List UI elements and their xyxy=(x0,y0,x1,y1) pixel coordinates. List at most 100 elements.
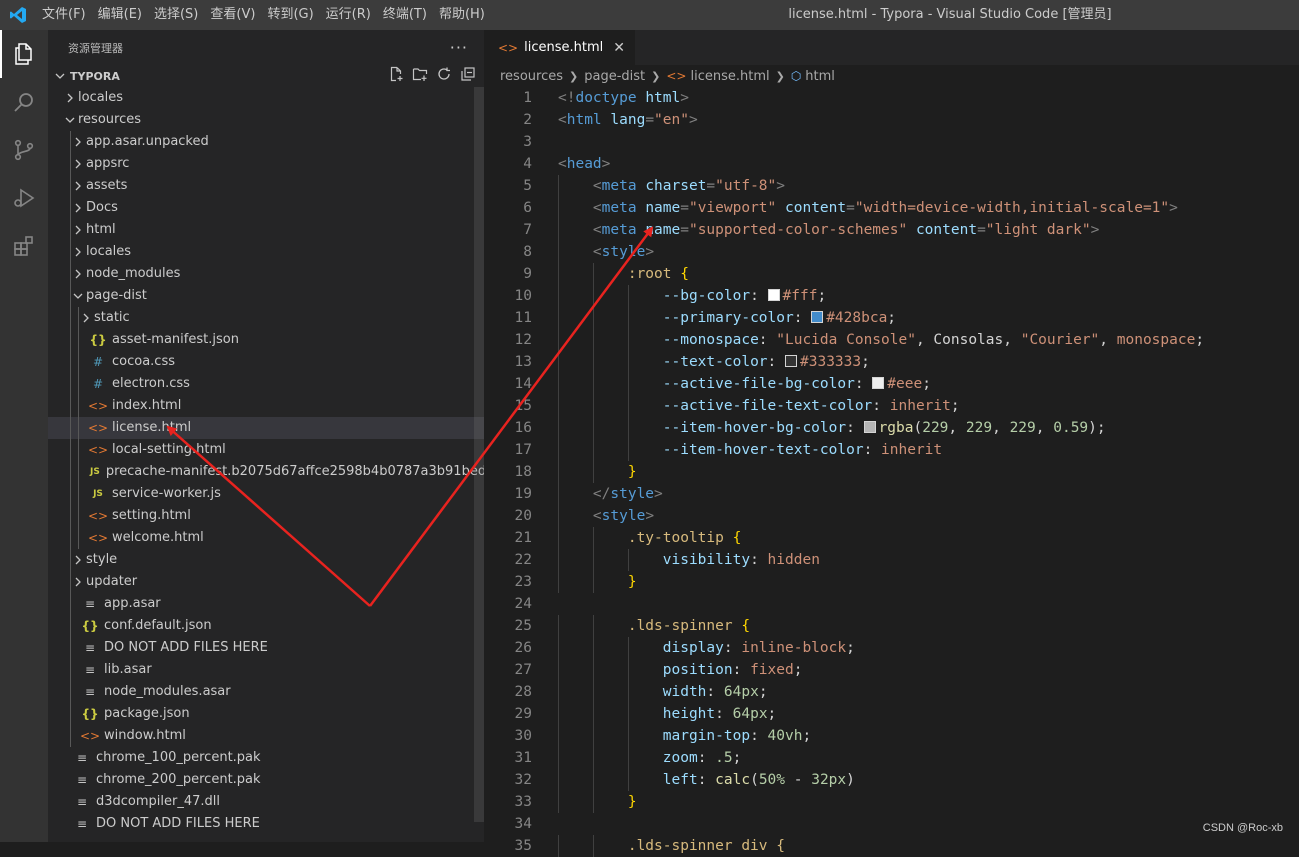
element-symbol-icon: ⬡ xyxy=(790,69,802,83)
tree-file[interactable]: ≡ node_modules.asar xyxy=(48,681,484,703)
code-text: --item-hover-bg-color: rgba(229, 229, 22… xyxy=(662,420,1106,436)
tree-item-label: chrome_200_percent.pak xyxy=(96,772,261,787)
sidebar-scrollbar[interactable] xyxy=(474,87,484,822)
section-actions xyxy=(388,65,476,87)
chevron-right-icon xyxy=(70,577,86,587)
tree-file[interactable]: ≡ DO NOT ADD FILES HERE xyxy=(48,637,484,659)
tree-folder[interactable]: resources xyxy=(48,109,484,131)
tree-item-label: page-dist xyxy=(86,288,147,303)
line-number: 32 xyxy=(514,772,532,788)
workspace-section-header[interactable]: TYPORA xyxy=(48,65,484,87)
line-number: 34 xyxy=(514,816,532,832)
tree-file[interactable]: <> index.html xyxy=(48,395,484,417)
tree-file[interactable]: <> setting.html xyxy=(48,505,484,527)
extensions-icon[interactable] xyxy=(0,222,48,270)
line-number: 27 xyxy=(514,662,532,678)
code-line: 5 <meta charset="utf-8"> xyxy=(484,175,1299,197)
tree-item-label: assets xyxy=(86,178,128,193)
tree-file[interactable]: ≡ d3dcompiler_47.dll xyxy=(48,791,484,813)
code-text: --active-file-bg-color: #eee; xyxy=(662,376,931,392)
line-number: 7 xyxy=(523,222,532,238)
new-file-icon[interactable] xyxy=(388,66,404,86)
indent-guide xyxy=(78,373,79,395)
tab-license-html[interactable]: <> license.html ✕ xyxy=(484,30,635,65)
line-number: 1 xyxy=(523,90,532,106)
line-number: 12 xyxy=(514,332,532,348)
file-icon: ≡ xyxy=(76,817,88,831)
tab-label: license.html xyxy=(524,40,604,55)
tree-folder[interactable]: page-dist xyxy=(48,285,484,307)
file-icon: ≡ xyxy=(84,597,96,611)
code-line: 13 --text-color: #333333; xyxy=(484,351,1299,373)
indent-guide xyxy=(70,725,71,747)
close-icon[interactable]: ✕ xyxy=(613,40,625,56)
indent-guide xyxy=(70,307,71,329)
tree-file[interactable]: ≡ chrome_200_percent.pak xyxy=(48,769,484,791)
breadcrumb-item-html[interactable]: html xyxy=(805,69,835,84)
menu-item[interactable]: 文件(F) xyxy=(36,0,92,30)
tree-file[interactable]: ≡ DO NOT ADD FILES HERE xyxy=(48,813,484,835)
tree-item-label: node_modules xyxy=(86,266,181,281)
tree-file[interactable]: {} conf.default.json xyxy=(48,615,484,637)
new-folder-icon[interactable] xyxy=(412,66,428,86)
menu-item[interactable]: 终端(T) xyxy=(377,0,433,30)
tree-folder[interactable]: app.asar.unpacked xyxy=(48,131,484,153)
tree-item-label: locales xyxy=(78,90,124,105)
html-file-icon: <> xyxy=(87,421,109,435)
tree-file[interactable]: {} asset-manifest.json xyxy=(48,329,484,351)
more-actions-icon[interactable]: ··· xyxy=(450,38,468,57)
tree-file[interactable]: JS precache-manifest.b2075d67affce2598b4b… xyxy=(48,461,484,483)
menu-item[interactable]: 转到(G) xyxy=(261,0,319,30)
tree-folder[interactable]: Docs xyxy=(48,197,484,219)
color-swatch[interactable] xyxy=(863,421,876,433)
code-text: --primary-color: #428bca; xyxy=(662,310,897,326)
color-swatch[interactable] xyxy=(811,311,824,323)
tree-file[interactable]: ≡ app.asar xyxy=(48,593,484,615)
indent-guide xyxy=(70,285,71,307)
code-editor[interactable]: 1 <!doctype html> 2 <html lang="en"> 3 4 <head… xyxy=(484,87,1299,857)
color-swatch[interactable] xyxy=(872,377,885,389)
explorer-icon[interactable] xyxy=(0,30,48,78)
tree-file[interactable]: <> welcome.html xyxy=(48,527,484,549)
tree-folder[interactable]: html xyxy=(48,219,484,241)
collapse-all-icon[interactable] xyxy=(460,66,476,86)
tree-file[interactable]: # cocoa.css xyxy=(48,351,484,373)
run-debug-icon[interactable] xyxy=(0,174,48,222)
breadcrumb-item-resources[interactable]: resources xyxy=(500,69,563,84)
line-number: 4 xyxy=(523,156,532,172)
html-file-icon: <> xyxy=(87,399,109,413)
source-control-icon[interactable] xyxy=(0,126,48,174)
tree-file[interactable]: JS service-worker.js xyxy=(48,483,484,505)
menu-item[interactable]: 编辑(E) xyxy=(92,0,148,30)
tree-file[interactable]: <> window.html xyxy=(48,725,484,747)
tree-folder[interactable]: assets xyxy=(48,175,484,197)
breadcrumb-item-page-dist[interactable]: page-dist xyxy=(584,69,645,84)
code-text: <!doctype html> xyxy=(558,90,689,106)
tree-folder[interactable]: updater xyxy=(48,571,484,593)
tree-folder[interactable]: static xyxy=(48,307,484,329)
indent-guide xyxy=(70,175,71,197)
tree-file[interactable]: # electron.css xyxy=(48,373,484,395)
menu-item[interactable]: 查看(V) xyxy=(204,0,261,30)
line-number: 30 xyxy=(514,728,532,744)
code-text: .lds-spinner div { xyxy=(627,838,785,854)
tree-folder[interactable]: node_modules xyxy=(48,263,484,285)
tree-folder[interactable]: style xyxy=(48,549,484,571)
search-icon[interactable] xyxy=(0,78,48,126)
tree-file[interactable]: <> license.html xyxy=(48,417,484,439)
tree-folder[interactable]: appsrc xyxy=(48,153,484,175)
menu-item[interactable]: 运行(R) xyxy=(320,0,377,30)
tree-file[interactable]: {} package.json xyxy=(48,703,484,725)
refresh-icon[interactable] xyxy=(436,66,452,86)
tree-file[interactable]: <> local-setting.html xyxy=(48,439,484,461)
tree-folder[interactable]: locales xyxy=(48,241,484,263)
color-swatch[interactable] xyxy=(785,355,797,367)
tree-file[interactable]: ≡ chrome_100_percent.pak xyxy=(48,747,484,769)
tree-folder[interactable]: locales xyxy=(48,87,484,109)
menu-item[interactable]: 帮助(H) xyxy=(433,0,491,30)
tree-file[interactable]: ≡ lib.asar xyxy=(48,659,484,681)
code-line: 18 } xyxy=(484,461,1299,483)
breadcrumb-item-file[interactable]: license.html xyxy=(690,69,769,84)
color-swatch[interactable] xyxy=(767,289,780,301)
menu-item[interactable]: 选择(S) xyxy=(148,0,204,30)
